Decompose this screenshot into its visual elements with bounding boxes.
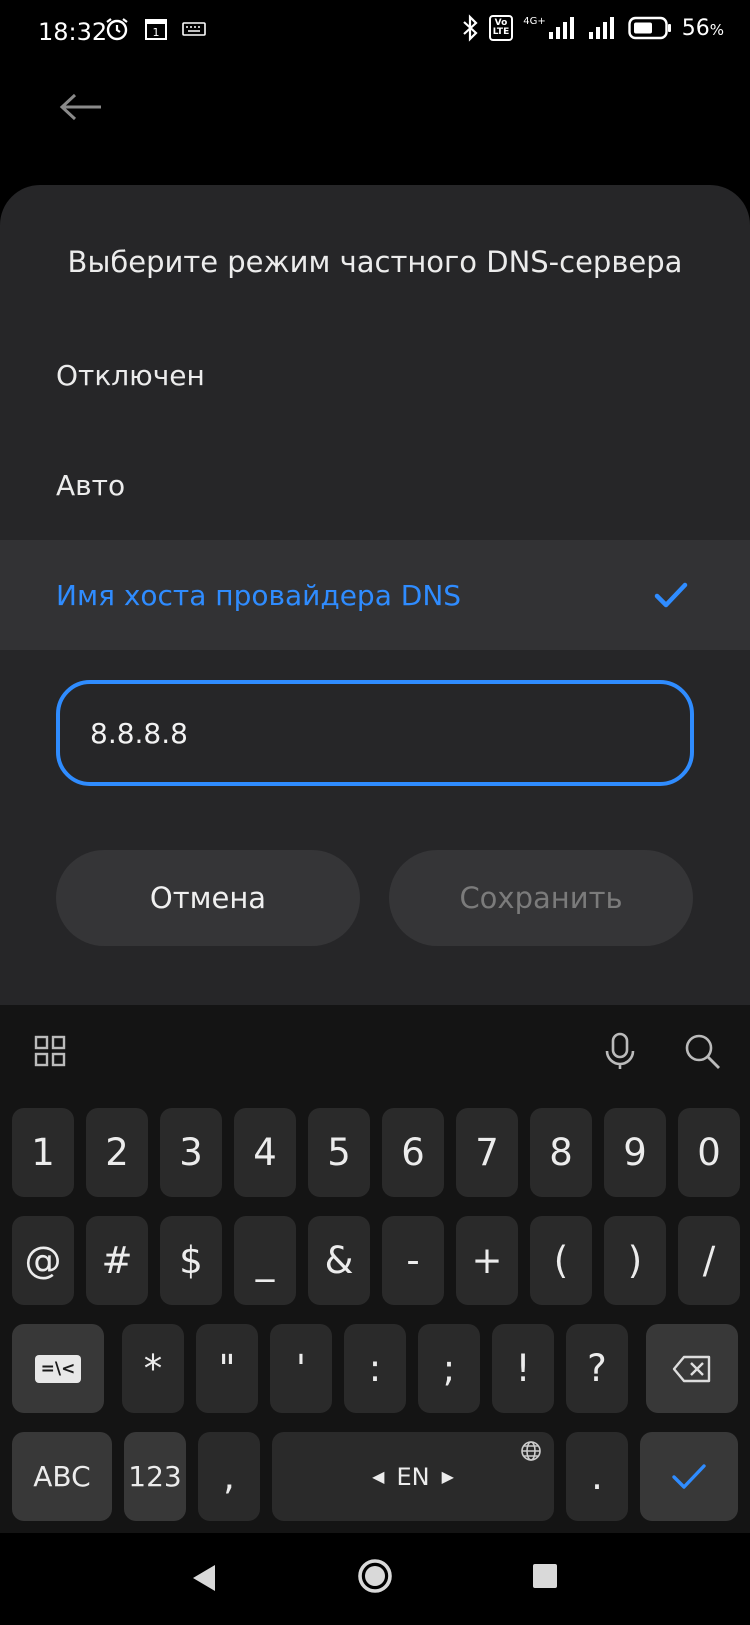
option-auto[interactable]: Авто [0, 430, 750, 540]
key-7[interactable]: 7 [456, 1108, 518, 1197]
arrow-left-icon [59, 93, 101, 121]
key-paren-close[interactable]: ) [604, 1216, 666, 1305]
key-double-quote[interactable]: " [196, 1324, 258, 1413]
cancel-button[interactable]: Отмена [56, 850, 360, 946]
globe-icon [521, 1441, 541, 1461]
key-at[interactable]: @ [12, 1216, 74, 1305]
key-minus[interactable]: - [382, 1216, 444, 1305]
navigation-bar [0, 1533, 750, 1625]
backspace-icon [672, 1355, 711, 1382]
key-comma[interactable]: , [198, 1432, 260, 1521]
key-paren-open[interactable]: ( [530, 1216, 592, 1305]
key-hash[interactable]: # [86, 1216, 148, 1305]
check-icon [654, 582, 688, 608]
key-abc[interactable]: ABC [12, 1432, 112, 1521]
volte-badge: Vo LTE [488, 15, 514, 41]
key-6[interactable]: 6 [382, 1108, 444, 1197]
key-space[interactable]: ◀ EN ▶ [272, 1432, 554, 1521]
key-asterisk[interactable]: * [122, 1324, 184, 1413]
key-question[interactable]: ? [566, 1324, 628, 1413]
status-bar: 18:32 1 Vo LTE 4G+ 56% [38, 14, 724, 46]
home-circle-icon[interactable] [356, 1557, 394, 1595]
keyboard-icon [182, 22, 206, 36]
key-semicolon[interactable]: ; [418, 1324, 480, 1413]
battery-level: 56 [681, 15, 710, 41]
key-1[interactable]: 1 [12, 1108, 74, 1197]
key-backspace[interactable] [646, 1324, 738, 1413]
key-4[interactable]: 4 [234, 1108, 296, 1197]
key-period[interactable]: . [566, 1432, 628, 1521]
key-0[interactable]: 0 [678, 1108, 740, 1197]
keyboard-row-bottom: ABC 123 , ◀ EN ▶ . [0, 1432, 750, 1522]
key-ampersand[interactable]: & [308, 1216, 370, 1305]
microphone-icon[interactable] [598, 1029, 642, 1073]
battery-icon [628, 16, 671, 40]
signal-icon [588, 17, 614, 39]
key-exclamation[interactable]: ! [492, 1324, 554, 1413]
space-language-label: EN [396, 1462, 430, 1491]
keyboard-row-numbers: 1 2 3 4 5 6 7 8 9 0 [0, 1108, 750, 1198]
key-colon[interactable]: : [344, 1324, 406, 1413]
key-123[interactable]: 123 [124, 1432, 186, 1521]
search-icon[interactable] [680, 1029, 724, 1073]
key-8[interactable]: 8 [530, 1108, 592, 1197]
recents-square-icon[interactable] [532, 1563, 558, 1589]
key-more-symbols[interactable]: =\< [12, 1324, 104, 1413]
key-3[interactable]: 3 [160, 1108, 222, 1197]
key-5[interactable]: 5 [308, 1108, 370, 1197]
dns-mode-dialog: Выберите режим частного DNS-сервера Откл… [0, 185, 750, 1005]
status-time: 18:32 [38, 18, 108, 46]
keyboard-row-punct: =\< * " ' : ; ! ? [0, 1324, 750, 1414]
grid-icon[interactable] [28, 1029, 72, 1073]
network-type: 4G+ [523, 16, 546, 27]
key-9[interactable]: 9 [604, 1108, 666, 1197]
keyboard-row-symbols: @ # $ _ & - + ( ) / [0, 1216, 750, 1306]
dns-hostname-input[interactable] [56, 680, 694, 786]
key-2[interactable]: 2 [86, 1108, 148, 1197]
option-disabled[interactable]: Отключен [0, 320, 750, 430]
keyboard: 1 2 3 4 5 6 7 8 9 0 @ # $ _ & - + ( ) / … [0, 1005, 750, 1533]
signal-icon [548, 17, 574, 39]
alarm-icon [106, 18, 128, 41]
keyboard-toolbar [0, 1005, 750, 1095]
back-button[interactable] [56, 82, 106, 132]
back-triangle-icon[interactable] [190, 1563, 218, 1593]
save-button[interactable]: Сохранить [389, 850, 693, 946]
calendar-icon: 1 [145, 19, 167, 40]
dialog-title: Выберите режим частного DNS-сервера [67, 245, 683, 279]
svg-text:1: 1 [153, 26, 160, 39]
key-enter[interactable] [640, 1432, 738, 1521]
bluetooth-icon [462, 14, 478, 42]
key-plus[interactable]: + [456, 1216, 518, 1305]
check-icon [672, 1463, 706, 1489]
key-single-quote[interactable]: ' [270, 1324, 332, 1413]
key-underscore[interactable]: _ [234, 1216, 296, 1305]
key-slash[interactable]: / [678, 1216, 740, 1305]
key-dollar[interactable]: $ [160, 1216, 222, 1305]
option-dns-hostname[interactable]: Имя хоста провайдера DNS [0, 540, 750, 650]
